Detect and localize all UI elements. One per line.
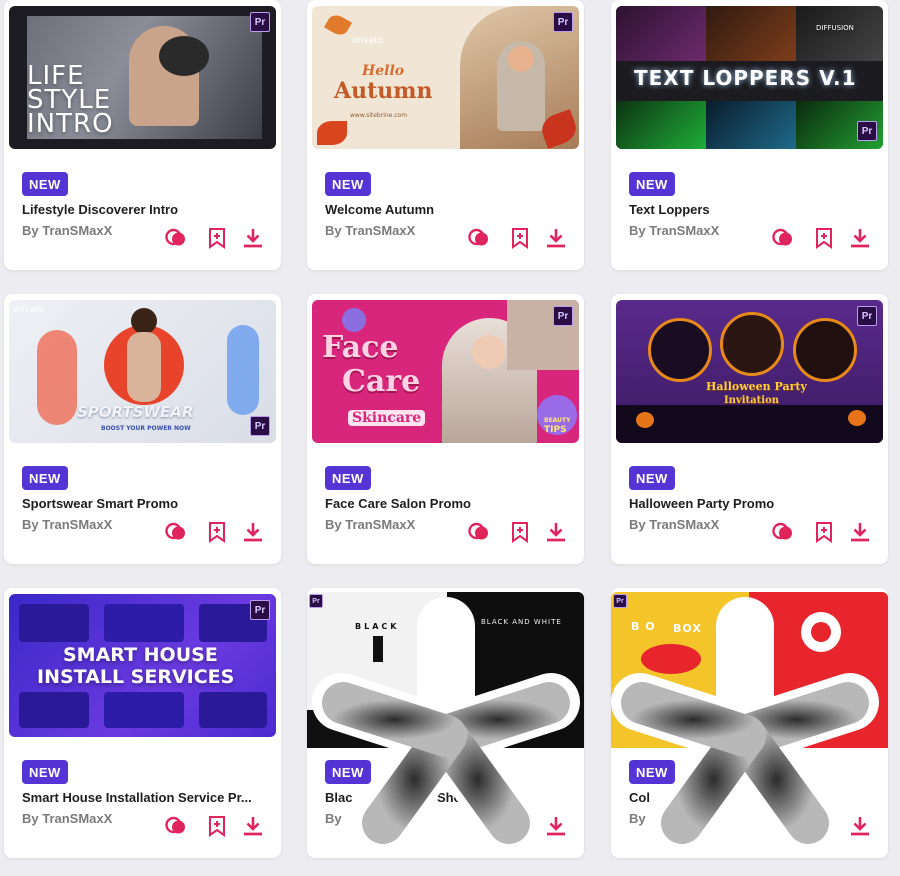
download-icon[interactable] [848, 814, 872, 838]
card-thumbnail[interactable]: Halloween Party Invitation Pr [616, 300, 883, 443]
card-thumbnail[interactable]: BLACK BLACK AND WHITE Pr [307, 592, 584, 748]
template-card[interactable]: BLACK BLACK AND WHITE Pr NEW Blac Sho By [307, 588, 584, 858]
template-card[interactable]: SMART HOUSE INSTALL SERVICES Pr NEW Smar… [4, 588, 281, 858]
card-thumbnail[interactable]: SMART HOUSE INSTALL SERVICES Pr [9, 594, 276, 737]
thumb-title-line: Invitation [724, 395, 780, 406]
download-icon[interactable] [544, 520, 568, 544]
template-card[interactable]: TEXT LOPPERS V.1 DIFFUSION Pr NEW Text L… [611, 0, 888, 270]
thumb-title-line: INTRO [27, 109, 114, 139]
bookmark-add-icon[interactable] [508, 226, 532, 250]
new-badge: NEW [325, 172, 371, 196]
thumb-title-line: BLACK [355, 622, 400, 631]
blend-icon[interactable] [164, 520, 188, 544]
new-badge: NEW [22, 466, 68, 490]
thumb-title-line: Halloween Party [706, 380, 807, 393]
card-title[interactable]: Text Loppers [629, 202, 869, 217]
card-author[interactable]: By [325, 811, 342, 826]
card-author[interactable]: By TranSMaxX [325, 517, 415, 532]
premiere-pro-badge: Pr [250, 12, 270, 32]
thumb-title-line: TEXT LOPPERS V.1 [634, 66, 857, 90]
thumb-title-line: Skincare [348, 410, 426, 426]
envato-logo: envato [352, 36, 384, 46]
premiere-pro-badge: Pr [613, 594, 627, 608]
thumb-caption: www.sitebrine.com [350, 112, 408, 119]
thumb-title-line: Care [342, 364, 421, 399]
premiere-pro-badge: Pr [250, 600, 270, 620]
download-icon[interactable] [848, 226, 872, 250]
blend-icon[interactable] [467, 226, 491, 250]
bookmark-add-icon[interactable] [205, 226, 229, 250]
bookmark-add-icon[interactable] [812, 520, 836, 544]
premiere-pro-badge: Pr [857, 306, 877, 326]
card-title[interactable]: Halloween Party Promo [629, 496, 869, 511]
card-title[interactable]: Welcome Autumn [325, 202, 565, 217]
card-author[interactable]: By TranSMaxX [22, 811, 112, 826]
download-icon[interactable] [241, 226, 265, 250]
card-thumbnail[interactable]: TEXT LOPPERS V.1 DIFFUSION Pr [616, 6, 883, 149]
premiere-pro-badge: Pr [309, 594, 323, 608]
premiere-pro-badge: Pr [857, 121, 877, 141]
card-thumbnail[interactable]: Hello Autumn www.sitebrine.com envato Pr [312, 6, 579, 149]
download-icon[interactable] [544, 226, 568, 250]
card-author[interactable]: By TranSMaxX [22, 517, 112, 532]
thumb-caption: TIPS [544, 425, 567, 435]
thumb-title-line: INSTALL SERVICES [37, 666, 235, 688]
template-card[interactable]: SPORTSWEAR BOOST YOUR POWER NOW envato P… [4, 294, 281, 564]
template-card[interactable]: Hello Autumn www.sitebrine.com envato Pr… [307, 0, 584, 270]
bookmark-add-icon[interactable] [205, 814, 229, 838]
download-icon[interactable] [848, 520, 872, 544]
template-card[interactable]: LIFE STYLE INTRO Pr NEW Lifestyle Discov… [4, 0, 281, 270]
blend-icon[interactable] [771, 520, 795, 544]
card-title-tail[interactable]: Sho [437, 790, 584, 805]
thumb-title-line: SMART HOUSE [63, 644, 218, 666]
thumb-title-line: Autumn [334, 78, 433, 104]
bookmark-add-icon[interactable] [812, 226, 836, 250]
download-icon[interactable] [241, 814, 265, 838]
new-badge: NEW [325, 760, 371, 784]
premiere-pro-badge: Pr [553, 306, 573, 326]
thumb-title-line: Hello [362, 63, 405, 79]
premiere-pro-badge: Pr [250, 416, 270, 436]
new-badge: NEW [22, 760, 68, 784]
card-author[interactable]: By [629, 811, 646, 826]
blend-icon[interactable] [771, 226, 795, 250]
card-title[interactable]: Smart House Installation Service Pr... [22, 790, 262, 805]
blend-icon[interactable] [164, 226, 188, 250]
new-badge: NEW [629, 760, 675, 784]
thumb-caption: BLACK AND WHITE [481, 618, 562, 626]
download-icon[interactable] [544, 814, 568, 838]
new-badge: NEW [629, 466, 675, 490]
bookmark-add-icon[interactable] [205, 520, 229, 544]
thumb-caption: BEAUTY [544, 417, 571, 424]
card-title[interactable]: Sportswear Smart Promo [22, 496, 262, 511]
card-thumbnail[interactable]: SPORTSWEAR BOOST YOUR POWER NOW envato P… [9, 300, 276, 443]
thumb-title-line: BOX [673, 622, 702, 635]
thumb-title-line: SPORTSWEAR [77, 403, 194, 421]
card-thumbnail[interactable]: LIFE STYLE INTRO Pr [9, 6, 276, 149]
card-author[interactable]: By TranSMaxX [22, 223, 112, 238]
blend-icon[interactable] [164, 814, 188, 838]
bookmark-add-icon[interactable] [508, 520, 532, 544]
thumb-caption: BOOST YOUR POWER NOW [101, 425, 191, 432]
blend-icon[interactable] [467, 520, 491, 544]
card-thumbnail[interactable]: Face Care Skincare BEAUTY TIPS Pr [312, 300, 579, 443]
thumb-title-line: Face [322, 330, 399, 365]
card-author[interactable]: By TranSMaxX [629, 517, 719, 532]
new-badge: NEW [629, 172, 675, 196]
template-card[interactable]: Face Care Skincare BEAUTY TIPS Pr NEW Fa… [307, 294, 584, 564]
download-icon[interactable] [241, 520, 265, 544]
card-title[interactable]: Col [629, 790, 869, 805]
new-badge: NEW [325, 466, 371, 490]
envato-logo: envato [13, 305, 45, 315]
card-thumbnail[interactable]: B O BOX Pr [611, 592, 888, 748]
thumb-caption: DIFFUSION [816, 24, 854, 32]
card-author[interactable]: By TranSMaxX [325, 223, 415, 238]
new-badge: NEW [22, 172, 68, 196]
template-card[interactable]: B O BOX Pr NEW Col By [611, 588, 888, 858]
card-author[interactable]: By TranSMaxX [629, 223, 719, 238]
template-card[interactable]: Halloween Party Invitation Pr NEW Hallow… [611, 294, 888, 564]
premiere-pro-badge: Pr [553, 12, 573, 32]
card-title[interactable]: Lifestyle Discoverer Intro [22, 202, 262, 217]
card-title[interactable]: Face Care Salon Promo [325, 496, 565, 511]
